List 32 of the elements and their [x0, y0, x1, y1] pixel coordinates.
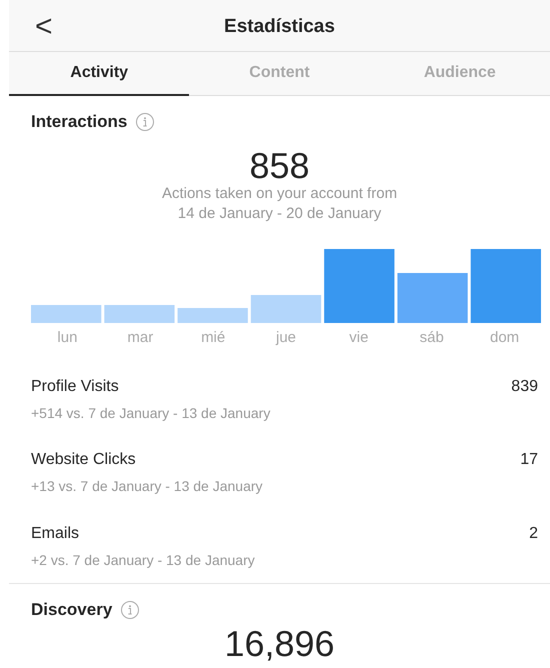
chart-bar — [31, 304, 102, 323]
metric-comparison: +2 vs. 7 de January - 13 de January — [31, 552, 255, 568]
day-label: sáb — [420, 328, 444, 346]
info-icon[interactable] — [135, 112, 156, 132]
day-label: jue — [276, 328, 296, 346]
day-label: lun — [57, 328, 78, 346]
day-label: dom — [490, 328, 520, 346]
metric-value: 839 — [511, 376, 538, 396]
chart-bar — [397, 272, 468, 323]
metric-value: 2 — [529, 524, 538, 543]
caption: Actions taken on your account from — [162, 185, 398, 202]
caption: 14 de January - 20 de January — [178, 204, 382, 222]
chart-bar — [250, 294, 322, 323]
day-label: vie — [349, 328, 368, 346]
metric-label: Website Clicks — [31, 450, 136, 470]
tab[interactable]: Activity — [9, 52, 190, 96]
metric-comparison: +13 vs. 7 de January - 13 de January — [31, 478, 263, 494]
total-count: 858 — [249, 148, 310, 184]
chart-bar — [178, 308, 248, 323]
back-button[interactable]: < — [29, 11, 59, 43]
info-icon[interactable] — [120, 600, 140, 620]
metric-label: Emails — [31, 524, 80, 543]
screen-title: Estadísticas — [224, 15, 335, 39]
chart-bar — [104, 304, 175, 323]
section-title: Interactions — [30, 112, 128, 132]
metric-comparison: +514 vs. 7 de January - 13 de January — [31, 404, 270, 421]
section-title: Discovery — [31, 600, 112, 620]
metric-value: 17 — [520, 450, 538, 470]
total-count: 16,896 — [224, 626, 335, 662]
day-label: mié — [201, 328, 226, 346]
day-label: mar — [127, 328, 154, 346]
metric-label: Profile Visits — [31, 376, 119, 396]
